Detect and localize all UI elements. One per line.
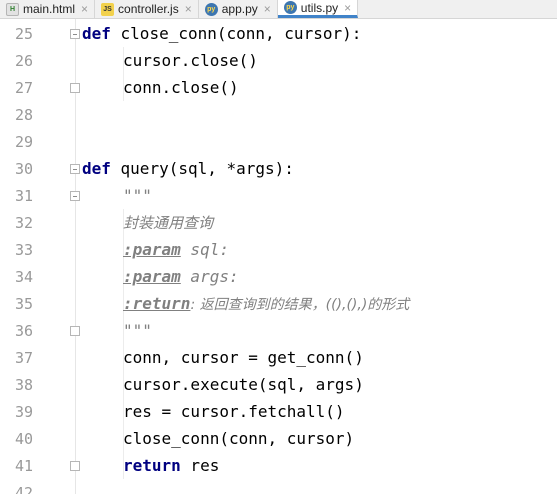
code-line: 42 xyxy=(0,479,557,494)
docstring-text: 封装通用查询 xyxy=(123,214,214,232)
line-number: 39 xyxy=(14,402,33,421)
code-text: return res xyxy=(123,456,220,475)
code-line: 40 close_conn(conn, cursor) xyxy=(0,425,557,452)
code-line: 28 xyxy=(0,101,557,128)
tab-label: utils.py xyxy=(300,0,339,15)
code-line: 34 :param args: xyxy=(0,263,557,290)
line-number: 32 xyxy=(14,213,33,232)
python-file-icon: py xyxy=(204,2,218,16)
tab-app-py[interactable]: py app.py × xyxy=(199,0,278,18)
code-text: cursor.execute(sql, args) xyxy=(123,375,364,394)
line-number: 29 xyxy=(14,132,33,151)
code-text: res = cursor.fetchall() xyxy=(123,402,345,421)
line-number: 30 xyxy=(14,159,33,178)
code-line: 31 """ xyxy=(0,182,557,209)
code-line: 26 cursor.close() xyxy=(0,47,557,74)
close-icon[interactable]: × xyxy=(344,1,351,15)
code-text: conn, cursor = get_conn() xyxy=(123,348,364,367)
line-number: 31 xyxy=(14,186,33,205)
docstring-text: :param sql: xyxy=(123,240,229,259)
fold-icon[interactable] xyxy=(70,191,80,201)
fold-icon[interactable] xyxy=(70,29,80,39)
line-number: 42 xyxy=(14,484,33,494)
line-number: 33 xyxy=(14,240,33,259)
fold-icon[interactable] xyxy=(70,164,80,174)
js-file-icon: JS xyxy=(101,2,115,16)
tab-utils-py[interactable]: py utils.py × xyxy=(277,0,359,18)
docstring-text: :return: 返回查询到的结果，((),(),)的形式 xyxy=(123,293,410,313)
tab-label: app.py xyxy=(221,2,258,16)
code-text: cursor.close() xyxy=(123,51,258,70)
line-number: 41 xyxy=(14,456,33,475)
code-text: conn.close() xyxy=(123,78,239,97)
docstring-text: """ xyxy=(123,321,152,340)
tab-label: main.html xyxy=(23,2,76,16)
code-line: 27 conn.close() xyxy=(0,74,557,101)
line-number: 34 xyxy=(14,267,33,286)
code-line: 35 :return: 返回查询到的结果，((),(),)的形式 xyxy=(0,290,557,317)
code-line: 36 """ xyxy=(0,317,557,344)
python-file-icon: py xyxy=(283,1,297,14)
line-number: 26 xyxy=(14,51,33,70)
code-line: 30 def query(sql, *args): xyxy=(0,155,557,182)
code-line: 33 :param sql: xyxy=(0,236,557,263)
line-number: 36 xyxy=(14,321,33,340)
code-text: close_conn(conn, cursor) xyxy=(123,429,355,448)
code-line: 32 封装通用查询 xyxy=(0,209,557,236)
fold-end-icon[interactable] xyxy=(70,326,80,336)
close-icon[interactable]: × xyxy=(81,2,88,16)
line-number: 28 xyxy=(14,105,33,124)
fold-end-icon[interactable] xyxy=(70,83,80,93)
fold-end-icon[interactable] xyxy=(70,461,80,471)
code-text: def close_conn(conn, cursor): xyxy=(82,24,362,43)
code-text: def query(sql, *args): xyxy=(82,159,294,178)
close-icon[interactable]: × xyxy=(264,2,271,16)
tab-controller-js[interactable]: JS controller.js × xyxy=(95,0,199,18)
code-line: 39 res = cursor.fetchall() xyxy=(0,398,557,425)
code-line: 37 conn, cursor = get_conn() xyxy=(0,344,557,371)
editor-tab-bar: H main.html × JS controller.js × py app.… xyxy=(0,0,557,19)
tab-label: controller.js xyxy=(118,2,179,16)
code-line: 41 return res xyxy=(0,452,557,479)
line-number: 27 xyxy=(14,78,33,97)
line-number: 37 xyxy=(14,348,33,367)
html-file-icon: H xyxy=(6,2,19,16)
tab-main-html[interactable]: H main.html × xyxy=(0,0,96,18)
docstring-text: """ xyxy=(123,186,152,205)
docstring-text: :param args: xyxy=(123,267,239,286)
line-number: 38 xyxy=(14,375,33,394)
close-icon[interactable]: × xyxy=(185,2,192,16)
line-number: 35 xyxy=(14,294,33,313)
code-line: 29 xyxy=(0,128,557,155)
code-line: 25 def close_conn(conn, cursor): xyxy=(0,20,557,47)
line-number: 25 xyxy=(14,24,33,43)
line-number: 40 xyxy=(14,429,33,448)
code-line: 38 cursor.execute(sql, args) xyxy=(0,371,557,398)
